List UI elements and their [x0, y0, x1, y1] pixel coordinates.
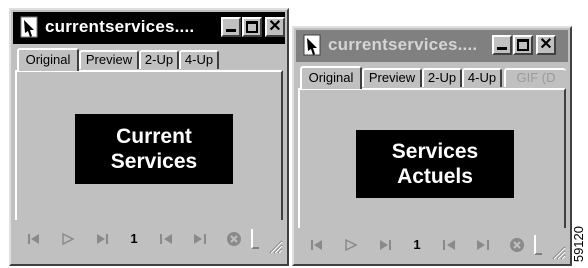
tab-original[interactable]: Original [17, 48, 79, 71]
canvas-area[interactable]: Services Actuels [298, 88, 566, 228]
document-graphic-icon [20, 16, 38, 38]
preview-line-1: Services [391, 140, 479, 163]
tab-preview[interactable]: Preview [79, 50, 139, 69]
tab-4-up[interactable]: 4-Up [462, 68, 502, 87]
graphic-preview: Current Services [75, 114, 233, 184]
play-icon[interactable] [59, 230, 77, 248]
maximize-icon[interactable] [513, 35, 533, 55]
tab-original[interactable]: Original [300, 66, 362, 89]
stop-icon[interactable] [508, 236, 526, 254]
document-graphic-icon [303, 34, 321, 56]
separator [251, 229, 259, 249]
preview-line-2: Actuels [397, 165, 473, 188]
last-frame-icon[interactable] [376, 236, 394, 254]
figure-id: 59120 [571, 225, 586, 262]
frame-number: 1 [130, 231, 138, 246]
tab-label: 2-Up [427, 70, 457, 85]
separator [534, 235, 542, 255]
tab-2-up[interactable]: 2-Up [139, 50, 179, 69]
frame-controls: 1 [15, 226, 283, 254]
tab-label: 2-Up [144, 52, 174, 67]
first-frame-icon[interactable] [25, 230, 43, 248]
next-frame-icon[interactable] [191, 230, 209, 248]
window-title: currentservices.... [45, 17, 195, 36]
view-tabs: Original Preview 2-Up 4-Up GIF (D [298, 66, 566, 89]
resize-grip-icon[interactable] [548, 242, 566, 260]
preview-line-1: Current [116, 125, 192, 148]
close-icon[interactable]: ✕ [536, 35, 556, 55]
resize-grip-icon[interactable] [265, 236, 283, 254]
tab-label: Preview [85, 52, 133, 67]
view-tabs: Original Preview 2-Up 4-Up [15, 48, 283, 71]
maximize-icon[interactable] [242, 17, 262, 37]
first-frame-icon[interactable] [308, 236, 326, 254]
window-title-bar[interactable]: currentservices.... ✕ [296, 30, 568, 62]
minimize-icon[interactable] [492, 35, 512, 55]
window-title-bar[interactable]: currentservices.... ✕ [13, 12, 285, 44]
tab-label: Preview [368, 70, 416, 85]
tab-label: GIF (D [516, 70, 556, 85]
window-title: currentservices.... [328, 35, 478, 54]
tab-label: Original [308, 70, 354, 85]
tab-label: 4-Up [184, 52, 214, 67]
canvas-area[interactable]: Current Services [15, 70, 283, 220]
frame-controls: 1 [298, 232, 566, 260]
last-frame-icon[interactable] [93, 230, 111, 248]
tab-preview[interactable]: Preview [362, 68, 422, 87]
preview-line-2: Services [110, 150, 198, 173]
tab-label: Original [25, 52, 71, 67]
tab-label: 4-Up [467, 70, 497, 85]
tab-2-up[interactable]: 2-Up [422, 68, 462, 87]
graphic-preview: Services Actuels [356, 130, 514, 198]
fireworks-document-window-right: currentservices.... ✕ Original Preview 2… [292, 26, 572, 266]
minimize-icon[interactable] [221, 17, 241, 37]
stop-icon[interactable] [225, 230, 243, 248]
next-frame-icon[interactable] [474, 236, 492, 254]
previous-frame-icon[interactable] [157, 230, 175, 248]
tab-4-up[interactable]: 4-Up [179, 50, 219, 69]
close-icon[interactable]: ✕ [265, 17, 285, 37]
fireworks-document-window-left: currentservices.... ✕ Original Preview 2… [9, 8, 289, 266]
frame-number: 1 [413, 237, 421, 252]
tab-gif-export[interactable]: GIF (D [504, 68, 566, 87]
play-icon[interactable] [342, 236, 360, 254]
previous-frame-icon[interactable] [440, 236, 458, 254]
